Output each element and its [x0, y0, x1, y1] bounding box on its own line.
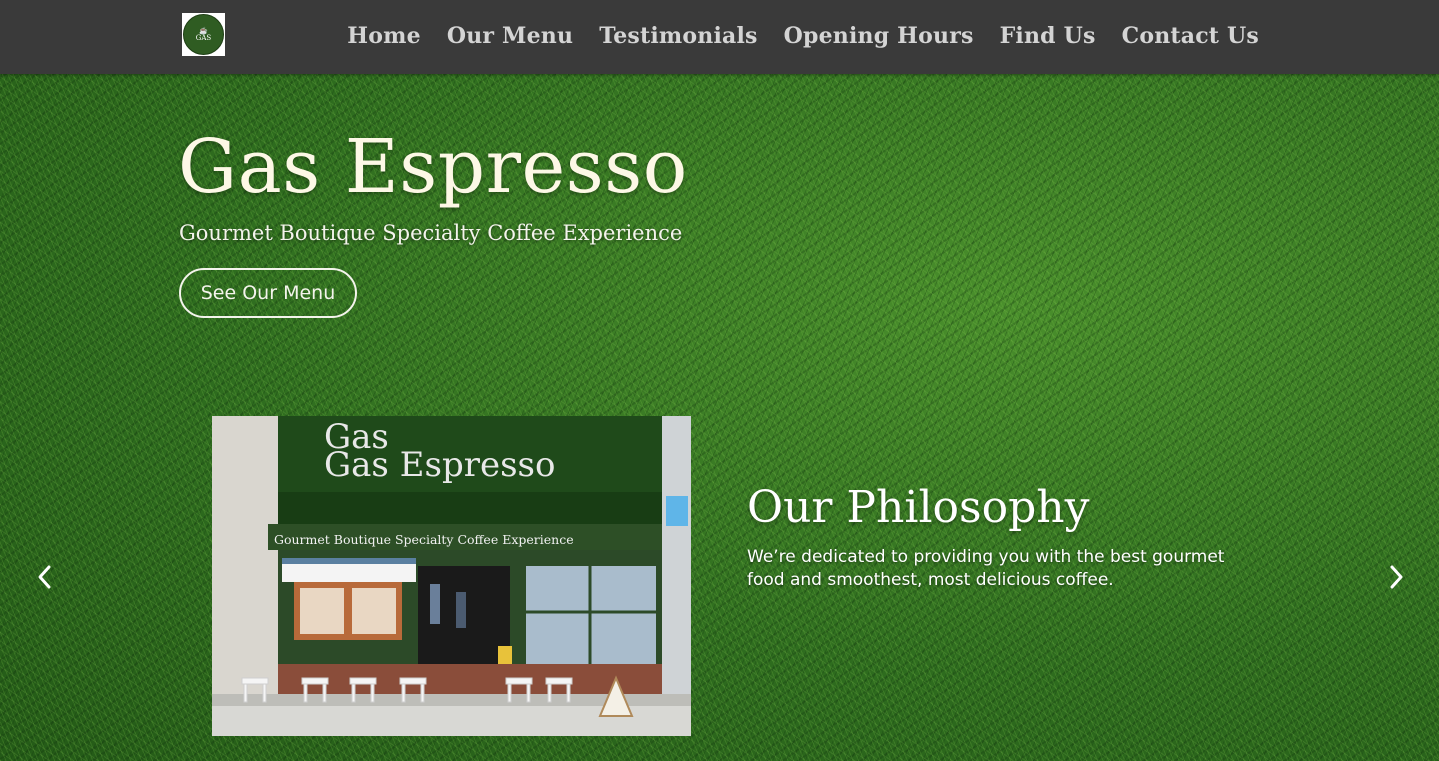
nav-link-opening-hours[interactable]: Opening Hours: [784, 23, 974, 49]
site-header: ☕ GAS Home Our Menu Testimonials Opening …: [0, 0, 1439, 74]
nav-link-our-menu[interactable]: Our Menu: [447, 23, 573, 49]
nav-link-home[interactable]: Home: [347, 23, 421, 49]
slider-prev-button[interactable]: [30, 562, 60, 592]
main-nav: Home Our Menu Testimonials Opening Hours…: [347, 0, 1259, 72]
hero-subtitle: Gourmet Boutique Specialty Coffee Experi…: [179, 221, 683, 245]
philosophy-heading: Our Philosophy: [747, 482, 1090, 533]
see-our-menu-button[interactable]: See Our Menu: [179, 268, 357, 318]
hero-title: Gas Espresso: [178, 124, 688, 210]
nav-link-testimonials[interactable]: Testimonials: [599, 23, 757, 49]
cafe-storefront-photo: Gas Gas Espresso Gourmet Boutique Specia…: [212, 416, 691, 736]
storefront-sign-title: Gas Espresso: [324, 445, 555, 485]
slider-next-button[interactable]: [1381, 562, 1411, 592]
site-logo[interactable]: ☕ GAS: [182, 13, 225, 56]
logo-badge-icon: ☕ GAS: [183, 14, 224, 55]
chevron-left-icon: [38, 565, 51, 589]
storefront-sign-tagline: Gourmet Boutique Specialty Coffee Experi…: [274, 532, 574, 547]
chevron-right-icon: [1390, 565, 1403, 589]
nav-link-contact-us[interactable]: Contact Us: [1122, 23, 1259, 49]
philosophy-text: We’re dedicated to providing you with th…: [747, 547, 1225, 590]
nav-link-find-us[interactable]: Find Us: [1000, 23, 1096, 49]
